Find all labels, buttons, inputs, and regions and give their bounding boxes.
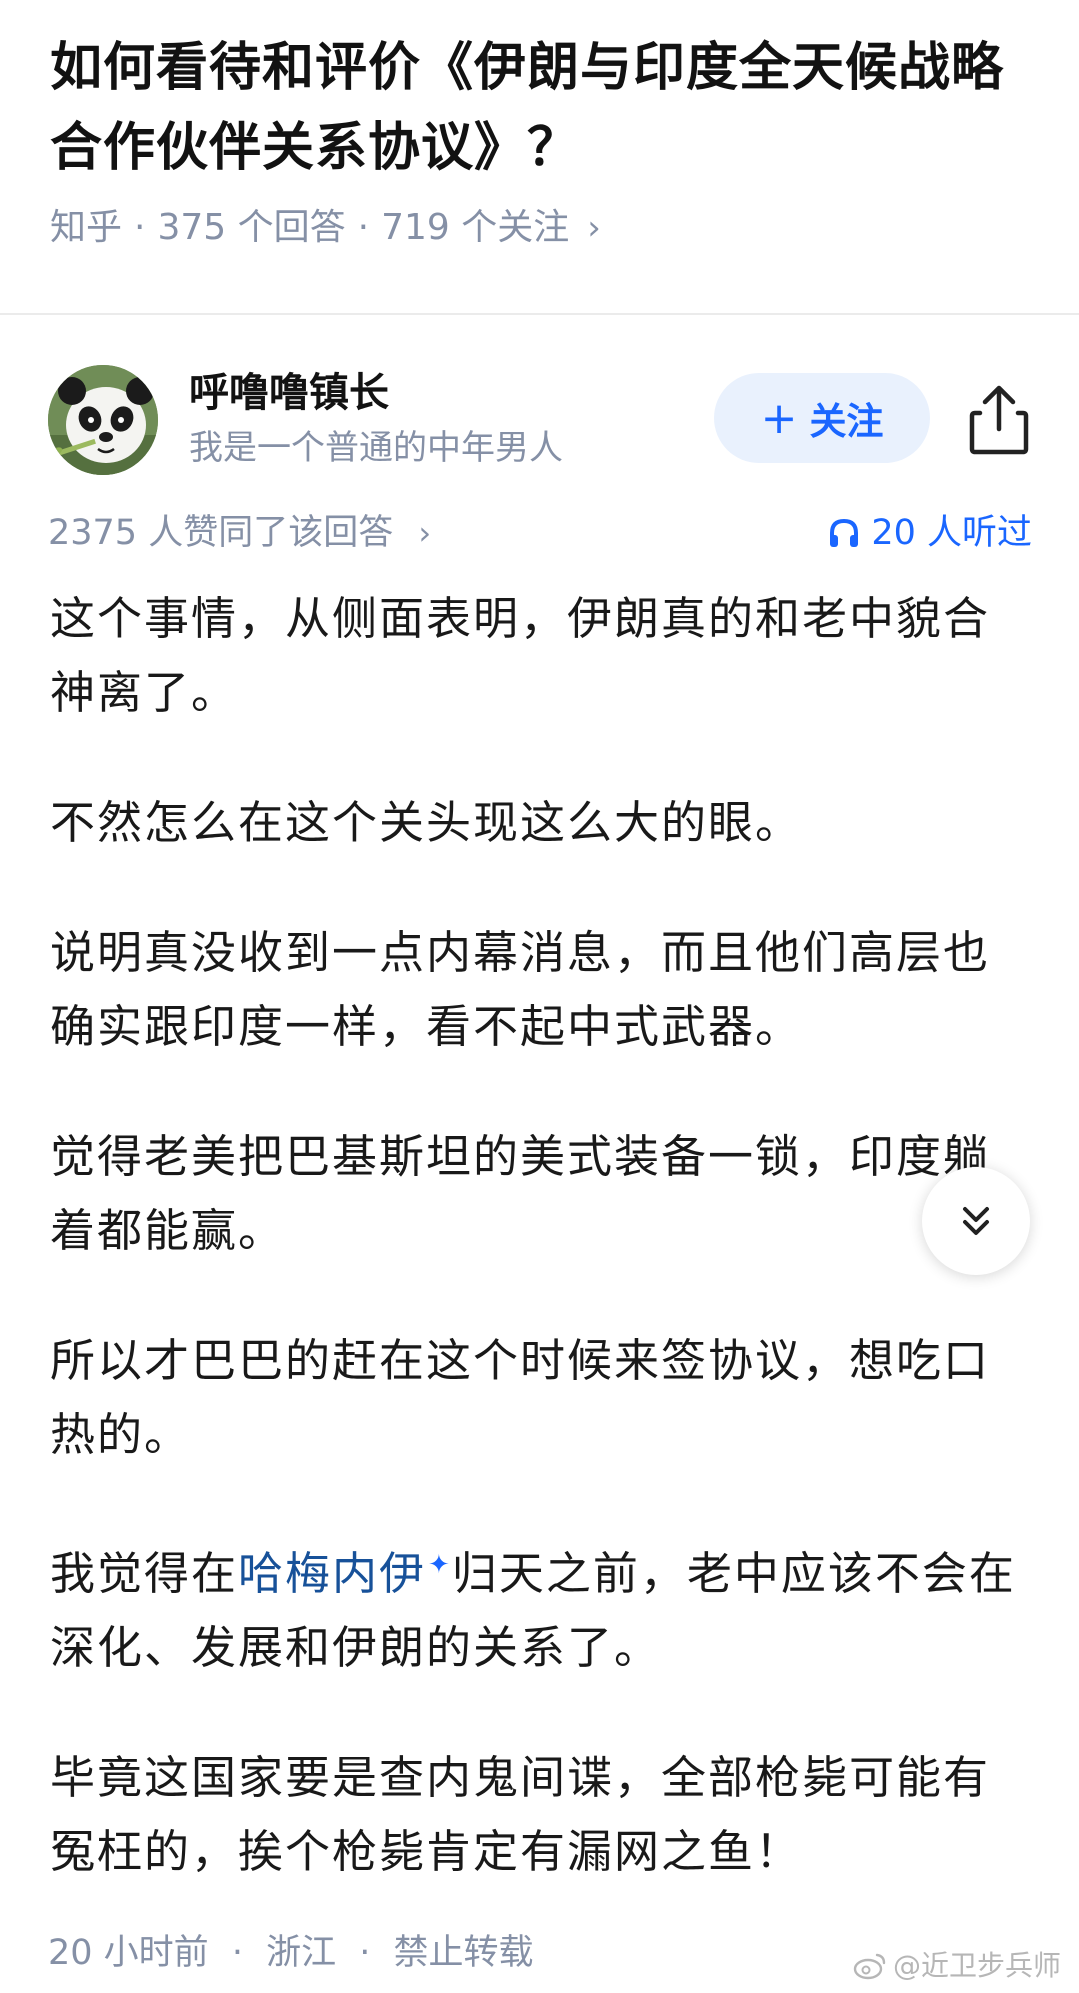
upvote-count: 2375 人赞同了该回答 (48, 513, 394, 553)
answers-count: 375 个回答 (157, 207, 346, 248)
answer-paragraph: 所以才巴巴的赶在这个时候来签协议，想吃口热的。 (50, 1334, 991, 1461)
upvote-summary[interactable]: 2375 人赞同了该回答 › (48, 507, 431, 559)
answer-paragraph: 这个事情，从侧面表明，伊朗真的和老中貌合神离了。 (50, 592, 991, 719)
follow-button[interactable]: + 关注 (714, 373, 930, 463)
answer-body: 这个事情，从侧面表明，伊朗真的和老中貌合神离了。 不然怎么在这个关头现这么大的眼… (50, 582, 1035, 1945)
footer-separator: · (231, 1933, 243, 1973)
topic-link[interactable]: 哈梅内伊✦ (238, 1547, 452, 1600)
chevron-right-icon: › (418, 514, 432, 552)
sparkle-icon: ✦ (428, 1550, 452, 1580)
author-bio: 我是一个普通的中年男人 (189, 428, 563, 468)
weibo-icon (853, 1953, 886, 1980)
share-icon[interactable] (966, 383, 1032, 457)
section-divider (0, 313, 1079, 315)
topic-link-label: 哈梅内伊 (238, 1547, 427, 1600)
meta-separator: · (134, 207, 146, 248)
answer-paragraph: 不然怎么在这个关头现这么大的眼。 (50, 796, 803, 849)
listen-count[interactable]: 20 人听过 (827, 507, 1032, 559)
footer-separator: · (359, 1933, 371, 1973)
answer-paragraph: 毕竟这国家要是查内鬼间谍，全部枪毙可能有冤枉的，挨个枪毙肯定有漏网之鱼！ (50, 1751, 991, 1878)
watermark-text: @近卫步兵师 (892, 1949, 1061, 1982)
plus-icon: + (760, 392, 798, 444)
question-header: 如何看待和评价《伊朗与印度全天候战略合作伙伴关系协议》？ 知乎 · 375 个回… (50, 28, 1030, 252)
followers-count: 719 个关注 (381, 207, 570, 248)
follow-label: 关注 (809, 400, 884, 443)
watermark: @近卫步兵师 (853, 1946, 1061, 1986)
question-meta[interactable]: 知乎 · 375 个回答 · 719 个关注 › (50, 204, 1030, 252)
meta-separator: · (357, 207, 370, 248)
answer-paragraph: 说明真没收到一点内幕消息，而且他们高层也确实跟印度一样，看不起中式武器。 (50, 926, 991, 1053)
post-time: 20 小时前 (48, 1933, 209, 1973)
double-chevron-down-icon (963, 1207, 989, 1235)
post-location: 浙江 (266, 1933, 337, 1973)
answer-paragraph: 觉得老美把巴基斯坦的美式装备一锁，印度躺着都能赢。 (50, 1130, 991, 1257)
stats-row: 2375 人赞同了该回答 › 20 人听过 (48, 507, 1032, 559)
headphones-icon (830, 518, 859, 547)
author-row: 呼噜噜镇长 我是一个普通的中年男人 + 关注 (48, 365, 1032, 475)
answer-footer: 20 小时前 · 浙江 · 禁止转载 (48, 1928, 534, 1978)
panda-icon (48, 365, 158, 475)
expand-button[interactable] (922, 1167, 1030, 1275)
panda-avatar[interactable] (48, 365, 158, 475)
question-title[interactable]: 如何看待和评价《伊朗与印度全天候战略合作伙伴关系协议》？ (50, 28, 1030, 188)
paragraph-text: 我觉得在 (50, 1547, 239, 1600)
copyright-notice: 禁止转载 (393, 1933, 534, 1973)
listen-label: 20 人听过 (871, 513, 1032, 553)
answer-paragraph: 我觉得在哈梅内伊✦归天之前，老中应该不会在深化、发展和伊朗的关系了。 (50, 1528, 1035, 1685)
author-name[interactable]: 呼噜噜镇长 (189, 367, 389, 419)
source-label: 知乎 (50, 207, 123, 248)
chevron-right-icon: › (587, 208, 601, 248)
